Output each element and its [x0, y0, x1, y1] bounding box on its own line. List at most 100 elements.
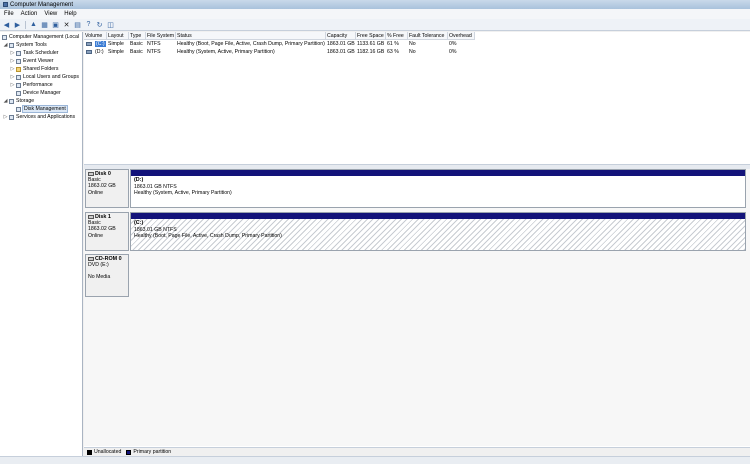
tree-item-device-manager[interactable]: Device Manager — [15, 89, 61, 97]
tree-item-root[interactable]: Computer Management (Local — [1, 33, 79, 41]
menu-action[interactable]: Action — [21, 11, 38, 17]
tree-item-shared-folders[interactable]: ▷ Shared Folders — [10, 65, 59, 73]
help-icon[interactable]: ? — [84, 20, 93, 29]
volume-free-space: 1182.16 GB — [357, 49, 385, 55]
users-icon — [16, 74, 21, 80]
toolbar: ◀ ▶ ▲ ▦ ▣ ✕ ▤ ? ↻ ◫ — [0, 19, 750, 31]
volume-icon — [86, 50, 92, 54]
menu-help[interactable]: Help — [64, 11, 76, 17]
volume-row[interactable]: (D:) Simple Basic NTFS Healthy (System, … — [84, 48, 475, 56]
disk-map: Disk 0 Basic 1863.02 GB Online (D:) 1863… — [84, 169, 750, 446]
column-header-layout[interactable]: Layout — [107, 32, 129, 40]
volume-icon — [86, 42, 92, 46]
volume-type: Basic — [130, 41, 143, 47]
column-header-overhead[interactable]: Overhead — [448, 32, 475, 40]
partition-status: Healthy (Boot, Page File, Active, Crash … — [134, 233, 282, 240]
expand-icon[interactable]: ▷ — [10, 82, 15, 88]
legend-unallocated: Unallocated — [94, 449, 122, 455]
legend-primary-partition: Primary partition — [133, 449, 172, 455]
tree-item-storage[interactable]: ◢ Storage — [3, 97, 35, 105]
tree-label: Task Scheduler — [23, 50, 59, 56]
tree-item-system-tools[interactable]: ◢ System Tools — [3, 41, 47, 49]
disk-management-pane: Volume Layout Type File System Status Ca… — [84, 32, 750, 456]
disk-0-label[interactable]: Disk 0 Basic 1863.02 GB Online — [85, 169, 129, 208]
expand-icon[interactable]: ▷ — [10, 50, 15, 56]
folder-icon — [16, 66, 21, 72]
clock-icon — [16, 50, 21, 56]
column-header-free-space[interactable]: Free Space — [356, 32, 386, 40]
services-icon — [9, 114, 14, 120]
expand-icon[interactable]: ▷ — [3, 114, 8, 120]
tree-item-task-scheduler[interactable]: ▷ Task Scheduler — [10, 49, 59, 57]
column-header-type[interactable]: Type — [129, 32, 146, 40]
disk-1-label[interactable]: Disk 1 Basic 1863.02 GB Online — [85, 212, 129, 251]
cdrom-media: No Media — [88, 274, 111, 281]
title-bar: Computer Management — [0, 0, 750, 9]
tree-label: Disk Management — [22, 105, 68, 113]
expand-icon[interactable]: ▷ — [10, 74, 15, 80]
menu-bar: File Action View Help — [0, 9, 750, 19]
tree-label: Shared Folders — [23, 66, 59, 72]
up-icon[interactable]: ▲ — [29, 20, 38, 29]
column-header-fault-tolerance[interactable]: Fault Tolerance — [408, 32, 448, 40]
tree-label: Services and Applications — [16, 114, 76, 120]
volume-fault-tolerance: No — [409, 41, 416, 47]
volume-row[interactable]: (C:) Simple Basic NTFS Healthy (Boot, Pa… — [84, 40, 475, 48]
column-header-capacity[interactable]: Capacity — [326, 32, 356, 40]
window-title: Computer Management — [10, 1, 74, 8]
status-bar — [0, 456, 750, 464]
storage-icon — [9, 98, 14, 104]
volume-name: (D:) — [95, 49, 104, 55]
cdrom-0-label[interactable]: CD-ROM 0 DVD (E:) No Media — [85, 254, 129, 297]
volume-list-header: Volume Layout Type File System Status Ca… — [84, 32, 475, 40]
menu-file[interactable]: File — [4, 11, 14, 17]
export-icon[interactable]: ▣ — [51, 20, 60, 29]
computer-icon — [2, 34, 7, 40]
menu-view[interactable]: View — [44, 11, 57, 17]
tree-item-disk-management[interactable]: Disk Management — [15, 105, 68, 113]
properties-icon[interactable]: ▦ — [40, 20, 49, 29]
column-header-status[interactable]: Status — [176, 32, 326, 40]
partition-c[interactable]: (C:) 1863.01 GB NTFS Healthy (Boot, Page… — [130, 212, 746, 251]
back-icon[interactable]: ◀ — [2, 20, 11, 29]
volume-name: (C:) — [95, 41, 106, 47]
column-header-volume[interactable]: Volume — [84, 32, 107, 40]
tree-label: System Tools — [16, 42, 47, 48]
toolbar-separator — [25, 20, 26, 29]
event-log-icon — [16, 58, 21, 64]
volume-free-space: 1133.61 GB — [357, 41, 385, 47]
hard-disk-icon — [88, 215, 94, 219]
volume-percent-free: 61 % — [387, 41, 399, 47]
disk-management-icon — [16, 106, 21, 112]
volume-layout: Simple — [108, 41, 124, 47]
tree-label: Device Manager — [23, 90, 61, 96]
collapse-icon[interactable]: ◢ — [3, 42, 8, 48]
volume-status: Healthy (Boot, Page File, Active, Crash … — [177, 41, 325, 47]
column-header-percent-free[interactable]: % Free — [386, 32, 408, 40]
disk-state: Online — [88, 189, 103, 196]
column-header-file-system[interactable]: File System — [146, 32, 176, 40]
partition-d[interactable]: (D:) 1863.01 GB NTFS Healthy (System, Ac… — [130, 169, 746, 208]
legend: Unallocated Primary partition — [84, 447, 750, 456]
disk-state: Online — [88, 232, 103, 239]
volume-overhead: 0% — [449, 49, 457, 55]
forward-icon[interactable]: ▶ — [13, 20, 22, 29]
tree-item-event-viewer[interactable]: ▷ Event Viewer — [10, 57, 54, 65]
volume-fault-tolerance: No — [409, 49, 416, 55]
volume-capacity: 1863.01 GB — [327, 49, 355, 55]
expand-icon[interactable]: ▷ — [10, 66, 15, 72]
properties-sheet-icon[interactable]: ▤ — [73, 20, 82, 29]
volume-file-system: NTFS — [147, 41, 161, 47]
volume-overhead: 0% — [449, 41, 457, 47]
disk-icon[interactable]: ◫ — [106, 20, 115, 29]
tree-item-local-users[interactable]: ▷ Local Users and Groups — [10, 73, 79, 81]
tree-item-services[interactable]: ▷ Services and Applications — [3, 113, 76, 121]
partition-status: Healthy (System, Active, Primary Partiti… — [134, 190, 232, 197]
refresh-icon[interactable]: ↻ — [95, 20, 104, 29]
tree-item-performance[interactable]: ▷ Performance — [10, 81, 53, 89]
partition-name: (D:) — [134, 177, 144, 183]
expand-icon[interactable]: ▷ — [10, 58, 15, 64]
tree-label: Computer Management (Local — [9, 34, 80, 40]
delete-icon[interactable]: ✕ — [62, 20, 71, 29]
collapse-icon[interactable]: ◢ — [3, 98, 8, 104]
